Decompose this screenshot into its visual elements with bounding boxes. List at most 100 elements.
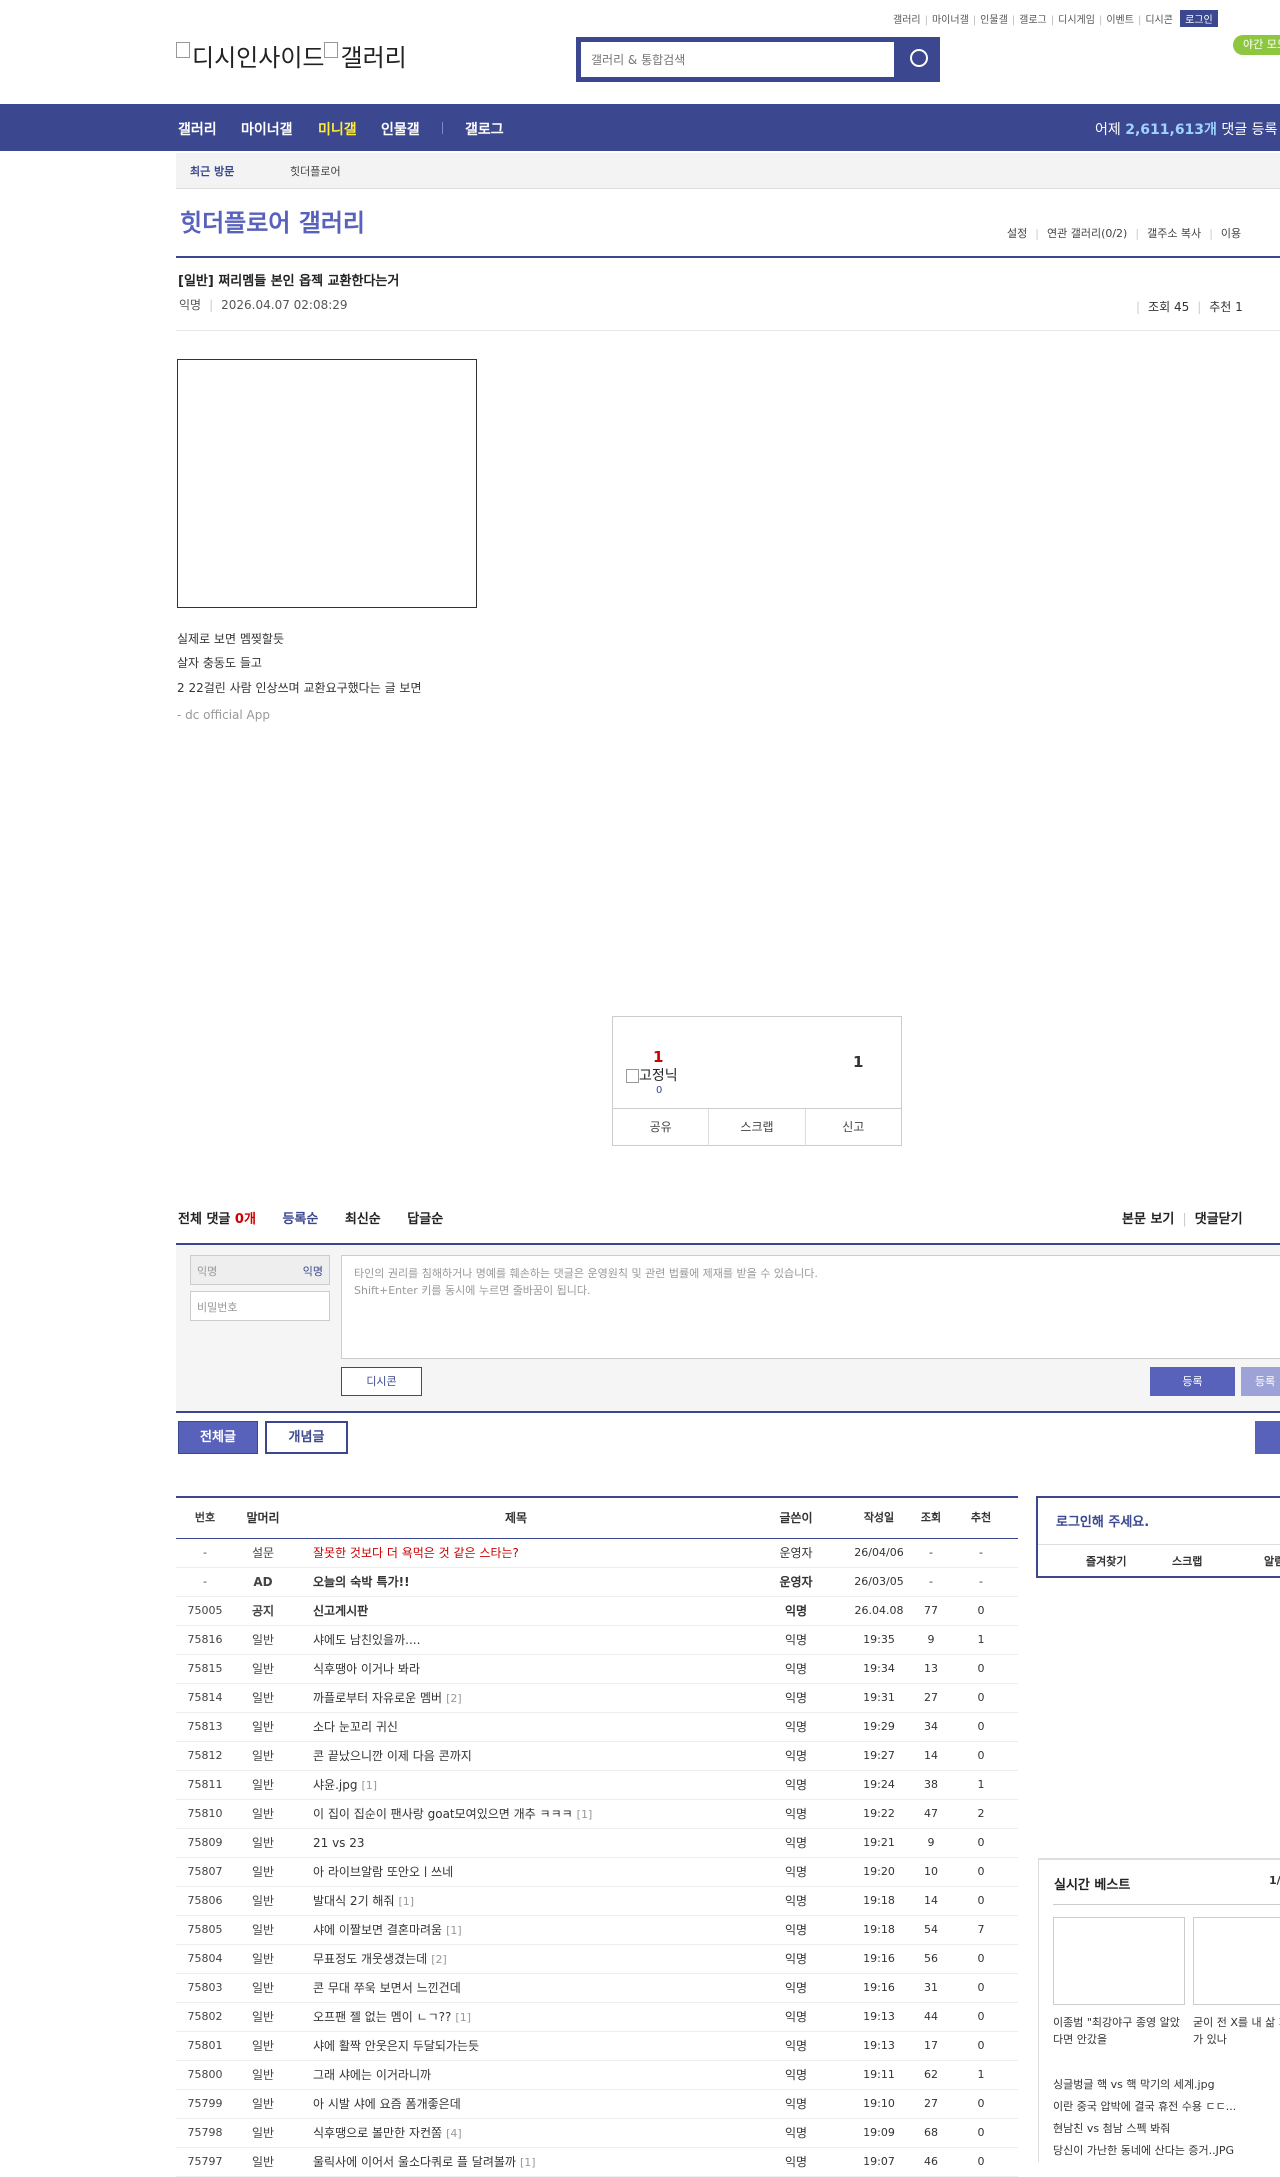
tab-sort-latest[interactable]: 최신순 <box>345 1212 381 1227</box>
comment-textarea[interactable]: 타인의 권리를 침해하거나 명예를 훼손하는 댓글은 운영원칙 및 관련 법률에… <box>341 1255 1280 1359</box>
row-title-link[interactable]: 식후땡으로 볼만한 자컨쫌 <box>313 2126 442 2140</box>
row-title[interactable]: 이 집이 집순이 팬사랑 goat모여있으면 개추 ㅋㅋㅋ [1] <box>313 1800 763 1829</box>
concept-posts-button[interactable]: 개념글 <box>265 1421 348 1454</box>
row-title[interactable]: 신고게시판 <box>313 1597 763 1625</box>
related-gallery-link[interactable]: 연관 갤러리(0/2) <box>1047 227 1127 240</box>
row-writer[interactable]: 익명 <box>746 1684 846 1712</box>
row-title[interactable]: 오프팬 젤 없는 멤이 ㄴㄱ?? [1] <box>313 2003 763 2032</box>
comment-submit-button[interactable]: 등록 <box>1150 1367 1235 1396</box>
row-title[interactable]: 식후땡아 이거나 봐라 <box>313 1655 763 1683</box>
tab-sort-replies[interactable]: 답글순 <box>407 1212 443 1227</box>
table-row[interactable]: 75804 일반 무표정도 개웃생겼는데 [2] 익명 19:16 56 0 <box>176 1945 1018 1974</box>
row-title[interactable]: 샤에도 남친있을까.... <box>313 1626 763 1654</box>
row-title[interactable]: 울릭사에 이어서 울소다쿼로 플 달려볼까 [1] <box>313 2148 763 2177</box>
row-title-link[interactable]: 식후땡아 이거나 봐라 <box>313 1662 420 1676</box>
scrap-tab[interactable]: 스크랩 <box>1172 1553 1202 1569</box>
top-link-game[interactable]: 디시게임 <box>1058 15 1095 26</box>
night-mode-toggle[interactable]: 야간 모드 <box>1233 35 1280 55</box>
nickname-field[interactable]: 익명 익명 <box>190 1255 330 1285</box>
nav-gallog[interactable]: 갤로그 <box>465 119 504 139</box>
search-input[interactable] <box>581 42 894 77</box>
comment-submit-alt-button[interactable]: 등록 <box>1241 1367 1280 1396</box>
table-row[interactable]: 75816 일반 샤에도 남친있을까.... 익명 19:35 9 1 <box>176 1626 1018 1655</box>
row-writer[interactable]: 익명 <box>746 1597 846 1625</box>
best-caption[interactable]: 이종범 "최강야구 종영 알았다면 안갔을 <box>1053 2014 1188 2048</box>
row-title[interactable]: 아 라이브알람 또안오ㅣ쓰네 <box>313 1858 763 1886</box>
favorites-tab[interactable]: 즐겨찾기 <box>1086 1553 1126 1569</box>
row-title-link[interactable]: 샤에 활짝 안웃은지 두달되가는듯 <box>313 2039 479 2053</box>
best-list-item[interactable]: 당신이 가난한 동네에 산다는 증거..JPG <box>1053 2142 1234 2158</box>
table-row[interactable]: 75802 일반 오프팬 젤 없는 멤이 ㄴㄱ?? [1] 익명 19:13 44 0 <box>176 2003 1018 2032</box>
row-comment-count[interactable]: [1] <box>455 2011 471 2024</box>
row-title[interactable]: 소다 눈꼬리 귀신 <box>313 1713 763 1741</box>
row-title-link[interactable]: 아 라이브알람 또안오ㅣ쓰네 <box>313 1865 453 1879</box>
best-thumbnail[interactable] <box>1053 1917 1185 2005</box>
best-list-item[interactable]: 싱글벙글 핵 vs 핵 막기의 세계.jpg <box>1053 2076 1215 2092</box>
top-link-gallog[interactable]: 갤로그 <box>1019 15 1047 26</box>
table-row[interactable]: 75005 공지 신고게시판 익명 26.04.08 77 0 <box>176 1597 1018 1626</box>
row-title[interactable]: 21 vs 23 <box>313 1829 763 1857</box>
write-button[interactable] <box>1255 1421 1280 1454</box>
row-title-link[interactable]: 콘 무대 쭈욱 보면서 느낀건데 <box>313 1981 461 1995</box>
table-row[interactable]: 75797 일반 울릭사에 이어서 울소다쿼로 플 달려볼까 [1] 익명 19:07 46… <box>176 2148 1018 2177</box>
notification-tab[interactable]: 알림 <box>1264 1553 1280 1569</box>
row-writer[interactable]: 운영자 <box>746 1568 846 1596</box>
table-row[interactable]: 75806 일반 발대식 2기 해줘 [1] 익명 19:18 14 0 <box>176 1887 1018 1916</box>
row-title[interactable]: 발대식 2기 해줘 [1] <box>313 1887 763 1916</box>
best-list-item[interactable]: 이란 중국 압박에 결국 휴전 수용 ㄷㄷ... <box>1053 2098 1236 2114</box>
row-writer[interactable]: 익명 <box>746 2148 846 2176</box>
row-comment-count[interactable]: [2] <box>431 1953 447 1966</box>
site-logo[interactable]: 디시인사이드 갤러리 <box>176 38 407 73</box>
best-thumbnail[interactable] <box>1193 1917 1280 2005</box>
row-title-link[interactable]: 까플로부터 자유로운 멤버 <box>313 1691 442 1705</box>
row-comment-count[interactable]: [1] <box>361 1779 377 1792</box>
table-row[interactable]: - AD 오늘의 숙박 특가!! 운영자 26/03/05 - - <box>176 1568 1018 1597</box>
row-comment-count[interactable]: [1] <box>577 1808 593 1821</box>
row-writer[interactable]: 익명 <box>746 1858 846 1886</box>
row-title-link[interactable]: 아 시발 샤에 요즘 폼개좋은데 <box>313 2097 461 2111</box>
best-list-item[interactable]: 현남친 vs 첨남 스펙 봐줘 <box>1053 2120 1170 2136</box>
row-title[interactable]: 그래 샤에는 이거라니까 <box>313 2061 763 2089</box>
table-row[interactable]: 75800 일반 그래 샤에는 이거라니까 익명 19:11 62 1 <box>176 2061 1018 2090</box>
scrap-button[interactable]: 스크랩 <box>709 1109 806 1146</box>
row-comment-count[interactable]: [4] <box>446 2127 462 2140</box>
password-field[interactable]: 비밀번호 <box>190 1291 330 1321</box>
table-row[interactable]: 75809 일반 21 vs 23 익명 19:21 9 0 <box>176 1829 1018 1858</box>
row-title-link[interactable]: 무표정도 개웃생겼는데 <box>313 1952 427 1966</box>
row-title-link[interactable]: 신고게시판 <box>313 1604 368 1618</box>
row-comment-count[interactable]: [1] <box>399 1895 415 1908</box>
row-writer[interactable]: 익명 <box>746 1887 846 1915</box>
row-title[interactable]: 콘 무대 쭈욱 보면서 느낀건데 <box>313 1974 763 2002</box>
row-title-link[interactable]: 샤에 이짤보면 결혼마려움 <box>313 1923 442 1937</box>
row-comment-count[interactable]: [2] <box>446 1692 462 1705</box>
gallery-settings-link[interactable]: 설정 <box>1007 227 1027 240</box>
row-title-link[interactable]: 샤윤.jpg <box>313 1778 357 1792</box>
row-title-link[interactable]: 이 집이 집순이 팬사랑 goat모여있으면 개추 ㅋㅋㅋ <box>313 1807 573 1821</box>
row-writer[interactable]: 운영자 <box>746 1539 846 1567</box>
table-row[interactable]: 75799 일반 아 시발 샤에 요즘 폼개좋은데 익명 19:10 27 0 <box>176 2090 1018 2119</box>
row-title[interactable]: 잘못한 것보다 더 욕먹은 것 같은 스타는? <box>313 1539 763 1567</box>
row-title[interactable]: 오늘의 숙박 특가!! <box>313 1568 763 1596</box>
row-writer[interactable]: 익명 <box>746 1945 846 1973</box>
table-row[interactable]: 75813 일반 소다 눈꼬리 귀신 익명 19:29 34 0 <box>176 1713 1018 1742</box>
share-button[interactable]: 공유 <box>613 1109 710 1146</box>
row-title-link[interactable]: 오늘의 숙박 특가!! <box>313 1575 410 1589</box>
usage-link[interactable]: 이용 <box>1221 227 1241 240</box>
nav-gallery[interactable]: 갤러리 <box>178 119 217 139</box>
table-row[interactable]: 75801 일반 샤에 활짝 안웃은지 두달되가는듯 익명 19:13 17 0 <box>176 2032 1018 2061</box>
nav-person[interactable]: 인물갤 <box>381 119 420 139</box>
all-posts-button[interactable]: 전체글 <box>178 1421 258 1454</box>
row-comment-count[interactable]: [1] <box>446 1924 462 1937</box>
login-button[interactable]: 로그인 <box>1180 10 1218 27</box>
row-title-link[interactable]: 오프팬 젤 없는 멤이 ㄴㄱ?? <box>313 2010 451 2024</box>
dccon-button[interactable]: 디시콘 <box>341 1367 422 1396</box>
report-button[interactable]: 신고 <box>806 1109 901 1146</box>
row-writer[interactable]: 익명 <box>746 2003 846 2031</box>
top-link-gallery[interactable]: 갤러리 <box>893 15 921 26</box>
row-title-link[interactable]: 잘못한 것보다 더 욕먹은 것 같은 스타는? <box>313 1546 519 1560</box>
table-row[interactable]: 75803 일반 콘 무대 쭈욱 보면서 느낀건데 익명 19:16 31 0 <box>176 1974 1018 2003</box>
recent-item[interactable]: 힛더플로어 <box>290 163 341 179</box>
row-comment-count[interactable]: [1] <box>520 2156 536 2169</box>
view-body-button[interactable]: 본문 보기 <box>1122 1212 1174 1227</box>
table-row[interactable]: 75798 일반 식후땡으로 볼만한 자컨쫌 [4] 익명 19:09 68 0 <box>176 2119 1018 2148</box>
